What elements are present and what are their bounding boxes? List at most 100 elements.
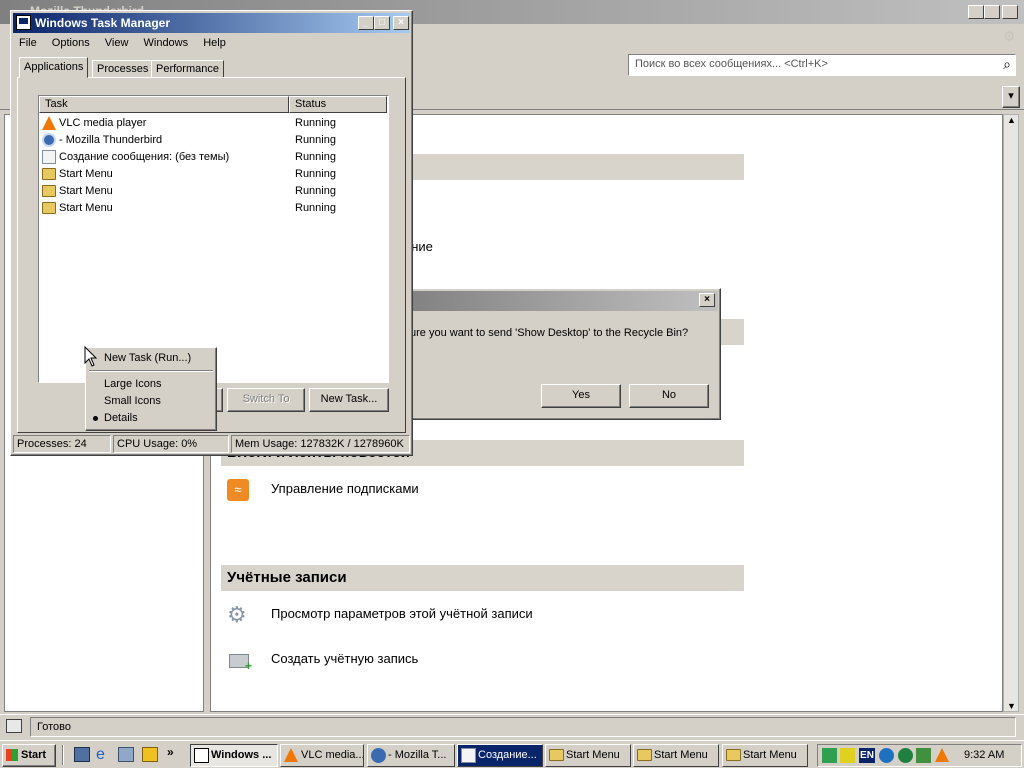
taskbar-button-label: - Mozilla T... [388, 749, 447, 761]
scroll-up-arrow-icon[interactable]: ▲ [1007, 115, 1016, 125]
taskbar-button-start-menu-3[interactable]: Start Menu [722, 744, 808, 767]
folder-small-icon [637, 749, 652, 761]
task-row[interactable]: VLC media player Running [39, 115, 385, 132]
new-task-button[interactable]: New Task... [309, 388, 389, 412]
folder-icon [42, 168, 56, 180]
context-menu: New Task (Run...) Large Icons Small Icon… [85, 347, 217, 431]
dialog-close-button[interactable]: × [699, 293, 715, 307]
task-row[interactable]: Start Menu Running [39, 200, 385, 217]
tab-applications[interactable]: Applications [19, 57, 89, 78]
taskbar: Start e » Windows ... VLC media... - Moz… [0, 740, 1024, 768]
taskbar-button-thunderbird[interactable]: - Mozilla T... [367, 744, 455, 767]
quicklaunch-separator [62, 745, 64, 765]
close-button[interactable]: × [1002, 5, 1018, 19]
task-manager-titlebar[interactable]: Windows Task Manager _ □ × [13, 13, 410, 33]
task-row[interactable]: - Mozilla Thunderbird Running [39, 132, 385, 149]
status-text: Готово [30, 717, 1016, 737]
task-name: Start Menu [59, 185, 113, 197]
task-status: Running [295, 168, 336, 180]
view-account-settings-link[interactable]: Просмотр параметров этой учётной записи [271, 606, 533, 621]
network-icon[interactable] [118, 747, 134, 762]
thunderbird-statusbar: Готово [0, 714, 1024, 738]
status-column-header[interactable]: Status [289, 96, 387, 113]
system-tray: EN 9:32 AM [817, 744, 1022, 767]
task-manager-small-icon [194, 748, 209, 763]
tm-maximize-button[interactable]: □ [374, 16, 390, 30]
search-icon[interactable]: ⌕ [1003, 56, 1011, 73]
taskbar-button-compose[interactable]: Создание... [457, 744, 543, 767]
task-status: Running [295, 202, 336, 214]
dialog-yes-button[interactable]: Yes [541, 384, 621, 408]
task-manager-icon [16, 15, 31, 30]
menu-item-small-icons[interactable]: Small Icons [104, 395, 161, 407]
search-placeholder: Поиск во всех сообщениях... <Ctrl+K> [635, 58, 828, 70]
network-tray-icon[interactable] [822, 748, 837, 763]
task-list[interactable]: Task Status VLC media player Running - M… [38, 95, 389, 383]
minimize-button[interactable]: _ [968, 5, 984, 19]
clock[interactable]: 9:32 AM [964, 749, 1004, 761]
tm-minimize-button[interactable]: _ [358, 16, 374, 30]
task-column-header[interactable]: Task [39, 96, 289, 113]
vlc-tray-icon[interactable] [935, 748, 949, 762]
dialog-message: ure you want to send 'Show Desktop' to t… [410, 327, 689, 339]
menu-view[interactable]: View [99, 34, 135, 52]
menu-help[interactable]: Help [197, 34, 232, 52]
folder-icon [42, 185, 56, 197]
task-status: Running [295, 134, 336, 146]
settings-tray-icon[interactable] [916, 748, 931, 763]
tm-status-cpu: CPU Usage: 0% [113, 435, 229, 453]
task-name: VLC media player [59, 117, 147, 129]
maximize-button[interactable]: □ [984, 5, 1000, 19]
globe-tray-icon[interactable] [879, 748, 894, 763]
taskbar-button-start-menu-1[interactable]: Start Menu [545, 744, 631, 767]
confirm-dialog-titlebar[interactable] [401, 291, 718, 311]
section-heading-accounts: Учётные записи [221, 565, 744, 591]
taskbar-button-task-manager[interactable]: Windows ... [190, 744, 278, 767]
switch-to-button[interactable]: Switch To [227, 388, 305, 412]
menu-item-new-task[interactable]: New Task (Run...) [104, 352, 191, 364]
media-icon[interactable] [142, 747, 158, 762]
create-account-icon: + [229, 654, 252, 673]
taskbar-button-label: VLC media... [301, 749, 364, 761]
create-account-link[interactable]: Создать учётную запись [271, 651, 418, 666]
dialog-no-button[interactable]: No [629, 384, 709, 408]
language-indicator[interactable]: EN [859, 748, 875, 763]
scroll-down-arrow-icon[interactable]: ▼ [1007, 701, 1016, 711]
content-scrollbar[interactable]: ▲ ▼ [1003, 114, 1019, 712]
menu-item-details[interactable]: Details [104, 412, 138, 424]
task-row[interactable]: Start Menu Running [39, 183, 385, 200]
task-row[interactable]: Start Menu Running [39, 166, 385, 183]
tab-processes[interactable]: Processes [92, 60, 154, 78]
menu-windows[interactable]: Windows [138, 34, 195, 52]
task-name: Start Menu [59, 202, 113, 214]
taskbar-button-start-menu-2[interactable]: Start Menu [633, 744, 719, 767]
tab-list-button[interactable]: ▾ [1002, 86, 1020, 108]
offline-status-icon[interactable] [6, 719, 22, 733]
menu-file[interactable]: File [13, 34, 43, 52]
compose-icon [42, 150, 56, 164]
start-label: Start [21, 749, 47, 761]
gear-icon[interactable]: ⚙ [1003, 28, 1016, 45]
rss-icon: ≈ [227, 479, 249, 501]
manage-subscriptions-link[interactable]: Управление подписками [271, 481, 419, 496]
internet-explorer-icon[interactable]: e [96, 746, 105, 764]
torrent-tray-icon[interactable] [898, 748, 913, 763]
power-tray-icon[interactable] [840, 748, 855, 763]
search-input[interactable]: Поиск во всех сообщениях... <Ctrl+K> ⌕ [628, 54, 1016, 76]
menu-item-large-icons[interactable]: Large Icons [104, 378, 161, 390]
taskbar-button-vlc[interactable]: VLC media... [280, 744, 364, 767]
show-desktop-icon[interactable] [74, 747, 90, 762]
start-button[interactable]: Start [2, 744, 56, 767]
taskbar-button-label: Windows ... [211, 749, 272, 761]
thunderbird-icon [42, 133, 56, 147]
task-name: - Mozilla Thunderbird [59, 134, 163, 146]
task-name: Start Menu [59, 168, 113, 180]
task-status: Running [295, 117, 336, 129]
menu-options[interactable]: Options [46, 34, 96, 52]
more-chevron-icon[interactable]: » [167, 745, 174, 759]
tm-close-button[interactable]: × [393, 16, 409, 30]
task-row[interactable]: Создание сообщения: (без темы) Running [39, 149, 385, 166]
tab-performance[interactable]: Performance [151, 60, 224, 78]
compose-small-icon [461, 748, 476, 763]
taskbar-button-label: Start Menu [743, 749, 797, 761]
